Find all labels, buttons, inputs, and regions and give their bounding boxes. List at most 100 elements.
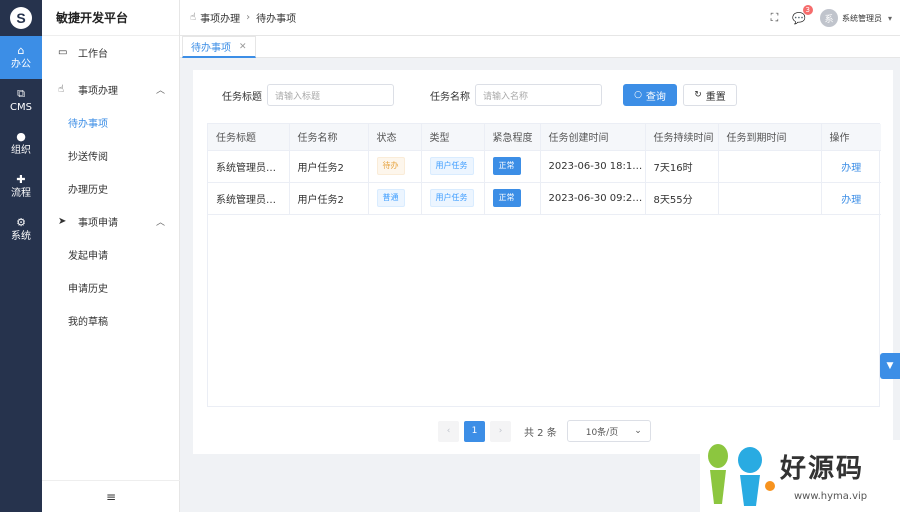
rail-item-label: 组织 — [11, 144, 31, 156]
tab-bar: 待办事项 ✕ — [180, 36, 900, 58]
column-header: 任务名称 — [289, 124, 369, 151]
column-header: 操作 — [821, 124, 881, 151]
cell-created: 2023-06-30 09:22:19 — [540, 182, 646, 215]
cell-status: 普通 — [368, 182, 422, 215]
breadcrumb-separator: › — [246, 12, 251, 23]
urgency-badge: 正常 — [492, 189, 521, 207]
rail-item-system[interactable]: ⚙ 系统 — [0, 208, 42, 251]
sidebar-title: 敏捷开发平台 — [42, 0, 179, 36]
sidebar-item-todo[interactable]: 待办事项 — [42, 106, 179, 139]
sidebar-item-apply-history[interactable]: 申请历史 — [42, 271, 179, 304]
brush-icon: ▼ — [886, 361, 894, 371]
cell-action: 办理 — [821, 182, 882, 215]
sidebar-item-start-apply[interactable]: 发起申请 — [42, 238, 179, 271]
notification-badge: 3 — [802, 4, 813, 15]
sidebar-item-drafts[interactable]: 我的草稿 — [42, 304, 179, 337]
handle-link[interactable]: 办理 — [830, 191, 882, 206]
sidebar-group-handle[interactable]: ☝ 事项办理 ︿ — [42, 73, 179, 106]
search-button[interactable]: ○ 查询 — [623, 84, 677, 106]
cell-due — [718, 182, 822, 215]
header-actions: ⛶ 💬 3 系 系统管理员 ▾ — [771, 0, 900, 36]
cell-name: 用户任务2 — [289, 182, 369, 215]
rail-item-label: 流程 — [11, 187, 31, 199]
settings-float-button[interactable]: ▼ — [880, 353, 900, 379]
rail-item-cms[interactable]: ⧉ CMS — [0, 79, 42, 122]
watermark-logo-icon — [708, 444, 775, 506]
username[interactable]: 系统管理员 — [842, 13, 882, 24]
column-header: 任务标题 — [208, 124, 290, 151]
total-count: 共 2 条 — [524, 427, 557, 439]
page-size-select[interactable]: 10条/页 ⌄ — [566, 420, 651, 442]
page-number-button[interactable]: 1 — [464, 420, 485, 442]
type-badge: 用户任务 — [429, 157, 474, 175]
collapse-menu-button[interactable]: ≡ — [42, 480, 180, 512]
gear-icon: ⚙ — [16, 215, 26, 229]
main-panel: 任务标题 请输入标题 任务名称 请输入名称 ○ 查询 ↻ 重置 任务标题 任务名称 … — [193, 70, 893, 454]
handle-link[interactable]: 办理 — [830, 159, 882, 174]
close-icon[interactable]: ✕ — [239, 42, 247, 52]
filter-bar: 任务标题 请输入标题 任务名称 请输入名称 ○ 查询 ↻ 重置 — [193, 84, 893, 106]
table-row: 系统管理员… 用户任务2 待办 用户任务 正常 2023-06-30 18:17… — [208, 150, 882, 183]
avatar[interactable]: 系 — [819, 9, 838, 27]
hand-icon: ☝ — [190, 12, 197, 23]
reset-button[interactable]: ↻ 重置 — [683, 84, 737, 106]
reset-button-label: 重置 — [705, 91, 726, 103]
status-badge: 普通 — [376, 189, 405, 207]
table-row: 系统管理员… 用户任务2 普通 用户任务 正常 2023-06-30 09:22… — [208, 182, 882, 215]
refresh-icon: ↻ — [694, 90, 702, 100]
app-rail: S ⌂ 办公 ⧉ CMS ● 组织 ✚ 流程 ⚙ 系统 — [0, 0, 42, 512]
hand-icon: ☝ — [58, 84, 65, 95]
task-table: 任务标题 任务名称 状态 类型 紧急程度 任务创建时间 任务持续时间 任务到期时… — [207, 123, 882, 407]
sidebar-item-history[interactable]: 办理历史 — [42, 172, 179, 205]
sidebar-group-apply[interactable]: ➤ 事项申请 ︿ — [42, 205, 179, 238]
plus-circle-icon: ✚ — [16, 172, 26, 186]
name-filter-label: 任务名称 — [430, 92, 470, 103]
logo-icon: S — [10, 7, 32, 29]
cell-action: 办理 — [821, 150, 882, 183]
sidebar-item-label: 工作台 — [78, 49, 108, 60]
breadcrumb-item: 待办事项 — [256, 14, 297, 25]
table-header-row: 任务标题 任务名称 状态 类型 紧急程度 任务创建时间 任务持续时间 任务到期时… — [208, 124, 881, 151]
sidebar-group-label: 事项办理 — [78, 86, 118, 97]
sidebar-group-label: 事项申请 — [78, 218, 118, 229]
chevron-up-icon: ︿ — [155, 218, 165, 228]
column-header: 任务持续时间 — [645, 124, 719, 151]
cell-title: 系统管理员… — [208, 150, 290, 183]
next-page-button[interactable]: › — [490, 420, 511, 442]
column-header: 紧急程度 — [484, 124, 541, 151]
user-icon: ● — [16, 129, 26, 143]
cell-name: 用户任务2 — [289, 150, 369, 183]
app-logo[interactable]: S — [0, 0, 42, 36]
cell-urgency: 正常 — [484, 150, 541, 183]
rail-item-label: CMS — [10, 101, 32, 113]
tab-todo[interactable]: 待办事项 ✕ — [182, 36, 256, 58]
message-icon[interactable]: 💬 3 — [792, 4, 813, 25]
cell-urgency: 正常 — [484, 182, 541, 215]
page-size-value: 10条/页 — [585, 427, 619, 438]
name-input[interactable]: 请输入名称 — [475, 84, 602, 106]
rail-item-flow[interactable]: ✚ 流程 — [0, 165, 42, 208]
pagination: ‹ 1 › 共 2 条 10条/页 ⌄ — [438, 420, 651, 442]
rail-item-org[interactable]: ● 组织 — [0, 122, 42, 165]
chevron-up-icon: ︿ — [155, 86, 165, 96]
cell-created: 2023-06-30 18:17:16 — [540, 150, 646, 183]
column-header: 任务创建时间 — [540, 124, 646, 151]
sidebar: 敏捷开发平台 ▭ 工作台 ☝ 事项办理 ︿ 待办事项 抄送传阅 办理历史 ➤ 事… — [42, 0, 180, 512]
title-input[interactable]: 请输入标题 — [267, 84, 394, 106]
rail-item-office[interactable]: ⌂ 办公 — [0, 36, 42, 79]
fullscreen-icon[interactable]: ⛶ — [771, 11, 779, 25]
sidebar-item-workbench[interactable]: ▭ 工作台 — [42, 36, 179, 69]
chevron-down-icon[interactable]: ▾ — [888, 14, 892, 23]
cell-duration: 7天16时 — [645, 150, 719, 183]
menu-icon: ≡ — [105, 489, 117, 504]
rail-item-label: 办公 — [11, 58, 31, 70]
watermark-text: 好源码 — [780, 454, 865, 484]
title-filter-label: 任务标题 — [222, 92, 262, 103]
breadcrumb-item[interactable]: 事项办理 — [200, 10, 240, 25]
column-header: 状态 — [368, 124, 422, 151]
cell-status: 待办 — [368, 150, 422, 183]
prev-page-button[interactable]: ‹ — [438, 420, 459, 442]
sidebar-item-cc[interactable]: 抄送传阅 — [42, 139, 179, 172]
column-header: 任务到期时间 — [718, 124, 822, 151]
tab-label: 待办事项 — [191, 43, 231, 54]
